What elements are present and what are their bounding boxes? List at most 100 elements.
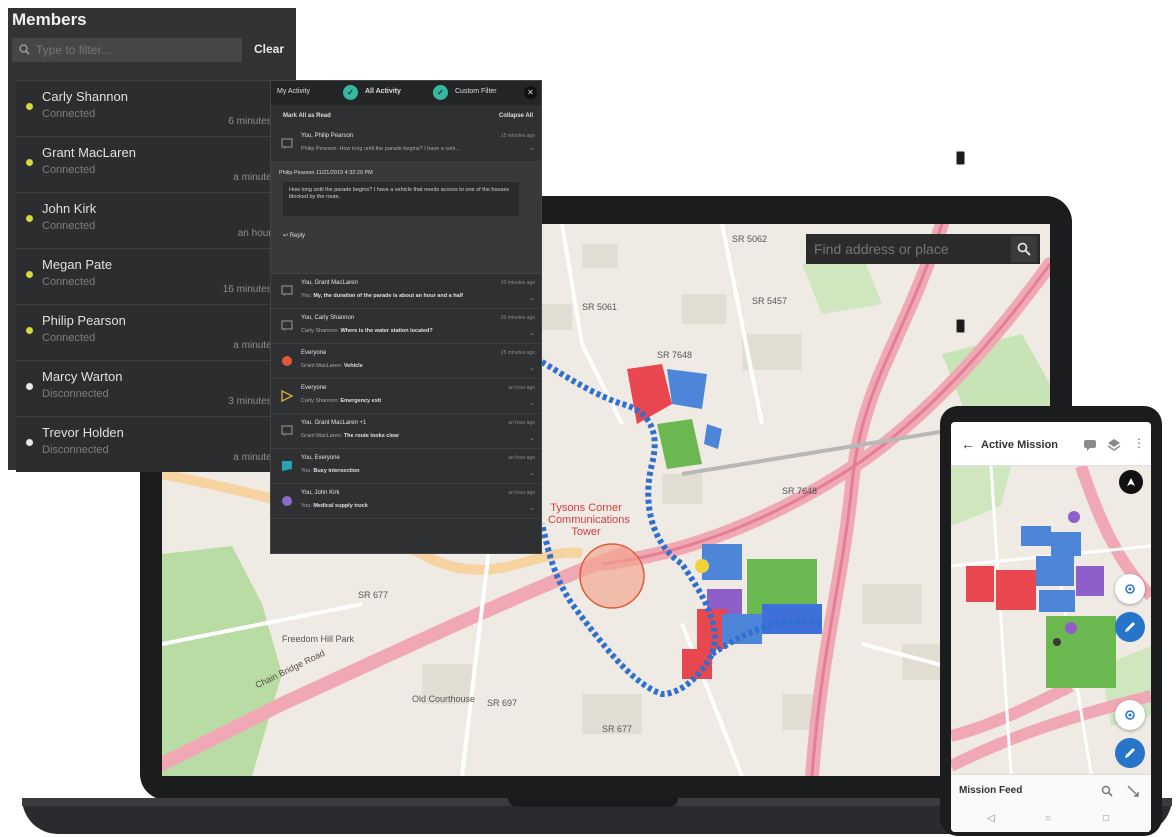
laptop-notch <box>508 798 678 807</box>
offline-status-dot <box>26 383 33 390</box>
activity-item[interactable]: You, Everyone You: Busy intersection an … <box>271 449 541 484</box>
member-filter <box>12 38 242 62</box>
phone-screen: ← Active Mission ⋮ Mission Feed ◁ ○ □ <box>951 422 1151 832</box>
member-row[interactable]: Philip Pearson Connected a minute a <box>16 304 965 360</box>
tab-custom-filter[interactable]: Custom Filter <box>455 88 497 95</box>
nav-recent-icon[interactable]: □ <box>1103 813 1109 824</box>
tab-all-activity[interactable]: All Activity <box>365 88 401 95</box>
member-status: Connected <box>42 164 96 176</box>
tab-my-activity[interactable]: My Activity <box>277 88 310 95</box>
member-status: Disconnected <box>42 388 109 400</box>
locate-button[interactable] <box>1115 700 1145 730</box>
search-icon[interactable] <box>1101 785 1113 797</box>
nav-back-icon[interactable]: ◁ <box>987 813 995 824</box>
map-label: SR 677 <box>358 590 389 600</box>
member-name: Megan Pate <box>42 257 113 272</box>
activity-item[interactable]: Everyone Grant MacLaren: Vehicle 25 minu… <box>271 344 541 379</box>
expand-icon[interactable] <box>1127 785 1139 797</box>
mission-feed-panel: Mission Feed ◁ ○ □ <box>951 774 1151 832</box>
chevron-up-icon[interactable]: ⌃ <box>529 147 535 155</box>
locate-icon <box>1125 584 1135 594</box>
member-row[interactable]: Marcy Warton Disconnected 3 minutes a <box>16 360 296 416</box>
activity-preview: You: Busy intersection <box>301 468 360 474</box>
device-icon <box>956 151 965 165</box>
chat-icon <box>281 138 293 149</box>
chat-icon <box>281 320 293 331</box>
chevron-down-icon[interactable]: ⌄ <box>529 434 535 442</box>
tower-radius <box>579 543 645 609</box>
chat-icon[interactable] <box>1083 438 1097 452</box>
vehicle-marker-icon <box>282 356 292 366</box>
chevron-down-icon[interactable]: ⌄ <box>529 294 535 302</box>
online-status-dot <box>26 271 33 278</box>
activity-item[interactable]: Everyone Carly Shannon: Emergency exit a… <box>271 379 541 414</box>
collapse-all-button[interactable]: Collapse All <box>499 113 533 119</box>
phone-map-view[interactable] <box>951 466 1151 774</box>
activity-item[interactable]: You, Philip Pearson Philip Pearson: How … <box>271 127 541 162</box>
activity-panel: My Activity ✓ All Activity ✓ Custom Filt… <box>270 80 542 554</box>
mark-all-read-button[interactable]: Mark All as Read <box>283 113 331 119</box>
more-options-icon[interactable]: ⋮ <box>1133 436 1145 450</box>
map-search-input[interactable] <box>806 234 1011 264</box>
member-status: Connected <box>42 108 96 120</box>
online-status-dot <box>26 159 33 166</box>
map-search-button[interactable] <box>1011 236 1037 262</box>
activity-preview: Grant MacLaren: The route looks clear <box>301 433 400 439</box>
edit-button[interactable] <box>1115 612 1145 642</box>
member-name: Carly Shannon <box>42 89 128 104</box>
member-filter-input[interactable] <box>32 38 242 62</box>
activity-item[interactable]: You, Grant MacLaren You: My, the duratio… <box>271 274 541 309</box>
activity-title: You, Carly Shannon <box>301 315 355 321</box>
locate-button[interactable] <box>1115 574 1145 604</box>
member-status: Disconnected <box>42 444 109 456</box>
chat-icon <box>281 285 293 296</box>
online-status-dot <box>26 215 33 222</box>
emergency-exit-icon <box>281 390 293 402</box>
edit-button[interactable] <box>1115 738 1145 768</box>
member-row[interactable]: Megan Pate Connected 16 minutes a <box>16 248 296 304</box>
close-icon[interactable]: ✕ <box>524 86 537 99</box>
member-row[interactable]: Trevor Holden Disconnected a minute a <box>16 416 296 472</box>
layers-icon[interactable] <box>1107 438 1121 452</box>
activity-title: You, Grant MacLaren <box>301 280 358 286</box>
tab-indicator-icon: ✓ <box>343 85 358 100</box>
activity-title: You, Philip Pearson <box>301 133 354 139</box>
activity-time: 10 minutes ago <box>500 280 535 286</box>
chevron-down-icon[interactable]: ⌄ <box>529 329 535 337</box>
map-label: SR 5457 <box>752 296 788 306</box>
clear-filter-button[interactable]: Clear <box>254 42 284 56</box>
back-arrow-icon[interactable]: ← <box>961 436 975 452</box>
map-label: Old Courthouse <box>412 694 476 704</box>
activity-item[interactable]: You, Carly Shannon Carly Shannon: Where … <box>271 309 541 344</box>
chevron-down-icon[interactable]: ⌄ <box>529 399 535 407</box>
message-body: How long until the parade begins? I have… <box>283 182 519 216</box>
activity-item[interactable]: You, John Kirk You: Medical supply truck… <box>271 484 541 519</box>
member-name: John Kirk <box>42 201 97 216</box>
member-row[interactable]: Grant MacLaren Connected a minute a <box>16 136 965 192</box>
landmark-label: Tysons Corner Communications Tower <box>548 502 630 538</box>
activity-preview: You: Medical supply truck <box>301 503 368 509</box>
reply-button[interactable]: ↩ Reply <box>283 232 305 239</box>
nav-home-icon[interactable]: ○ <box>1045 813 1051 824</box>
medical-marker-icon <box>282 496 292 506</box>
activity-preview: You: My, the duration of the parade is a… <box>301 293 463 299</box>
pencil-icon <box>1125 622 1135 632</box>
activity-item[interactable]: You, Grant MacLaren +1 Grant MacLaren: T… <box>271 414 541 449</box>
chevron-down-icon[interactable]: ⌄ <box>529 504 535 512</box>
activity-title: You, Grant MacLaren +1 <box>301 420 367 426</box>
activity-time: an hour ago <box>508 420 535 426</box>
chat-icon <box>281 425 293 436</box>
member-row[interactable]: Carly Shannon Connected 6 minutes a <box>16 80 296 136</box>
member-row[interactable]: John Kirk Connected an hour a <box>16 192 296 248</box>
chevron-down-icon[interactable]: ⌄ <box>529 364 535 372</box>
chevron-down-icon[interactable]: ⌄ <box>529 469 535 477</box>
online-status-dot <box>26 103 33 110</box>
activity-time: 20 minutes ago <box>500 315 535 321</box>
compass-button[interactable] <box>1119 470 1143 494</box>
activity-preview: Grant MacLaren: Vehicle <box>301 363 363 369</box>
member-name: Trevor Holden <box>42 425 124 440</box>
members-panel: Members Clear Carly Shannon Connected 6 … <box>8 8 965 472</box>
member-name: Grant MacLaren <box>42 145 136 160</box>
expanded-message: Philip Pearson 11/21/2019 4:32:29 PM How… <box>271 162 541 274</box>
tab-indicator-icon: ✓ <box>433 85 448 100</box>
